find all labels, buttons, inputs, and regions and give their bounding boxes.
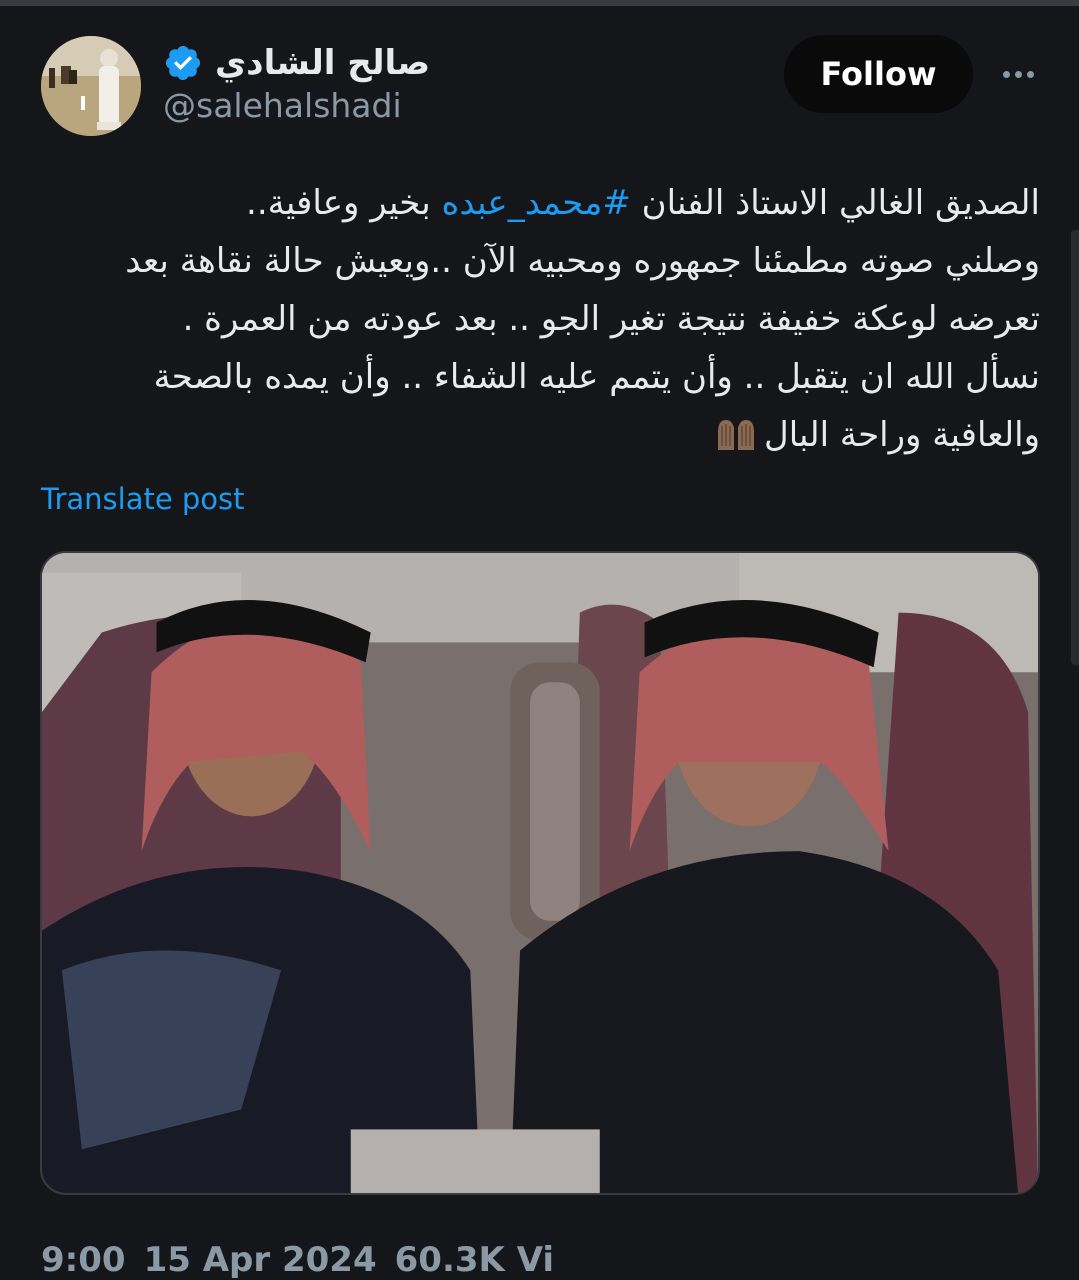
author-display-name[interactable]: صالح الشادي xyxy=(215,43,430,83)
hashtag-link[interactable]: #محمد_عبده xyxy=(442,183,631,223)
more-options-icon[interactable] xyxy=(996,58,1040,90)
dot xyxy=(1026,70,1034,78)
dot xyxy=(1002,70,1010,78)
post-text: الصديق الغالي الاستاذ الفنان #محمد_عبده … xyxy=(40,174,1040,464)
follow-button[interactable]: Follow xyxy=(784,35,973,113)
post-views[interactable]: 60.3K Vi xyxy=(395,1240,554,1280)
post-line-2: وصلني صوته مطمئنا جمهوره ومحبيه الآن ..و… xyxy=(125,241,1040,281)
post-text-segment: والعافية وراحة البال xyxy=(763,415,1040,455)
post-line-4: نسأل الله ان يتقبل .. وأن يتمم عليه الشف… xyxy=(153,357,1040,397)
translate-post-link[interactable]: Translate post xyxy=(41,482,245,516)
post-text-segment: بخير وعافية.. xyxy=(246,183,442,223)
author-name-row[interactable]: صالح الشادي xyxy=(163,38,430,88)
post-text-segment: الصديق الغالي الاستاذ الفنان xyxy=(630,183,1040,223)
author-handle[interactable]: @salehalshadi xyxy=(163,86,402,125)
post-line-3: تعرضه لوعكة خفيفة نتيجة تغير الجو .. بعد… xyxy=(182,299,1040,339)
scrollbar[interactable] xyxy=(1071,230,1079,665)
dot xyxy=(1014,70,1022,78)
post-meta: 9:00 15 Apr 2024 60.3K Vi xyxy=(41,1240,554,1280)
avatar-photo xyxy=(41,36,141,136)
folded-hands-emoji-icon xyxy=(717,420,754,450)
post-line-5: والعافية وراحة البال xyxy=(40,406,1040,464)
post-date[interactable]: 15 Apr 2024 xyxy=(144,1240,377,1280)
post-image[interactable] xyxy=(40,551,1040,1195)
photo-two-men-in-airplane xyxy=(42,553,1038,1193)
verified-badge-icon xyxy=(165,45,201,81)
post-time[interactable]: 9:00 xyxy=(41,1240,126,1280)
top-divider xyxy=(0,0,1079,6)
avatar[interactable] xyxy=(41,36,141,136)
post-line-1: الصديق الغالي الاستاذ الفنان #محمد_عبده … xyxy=(40,174,1040,232)
